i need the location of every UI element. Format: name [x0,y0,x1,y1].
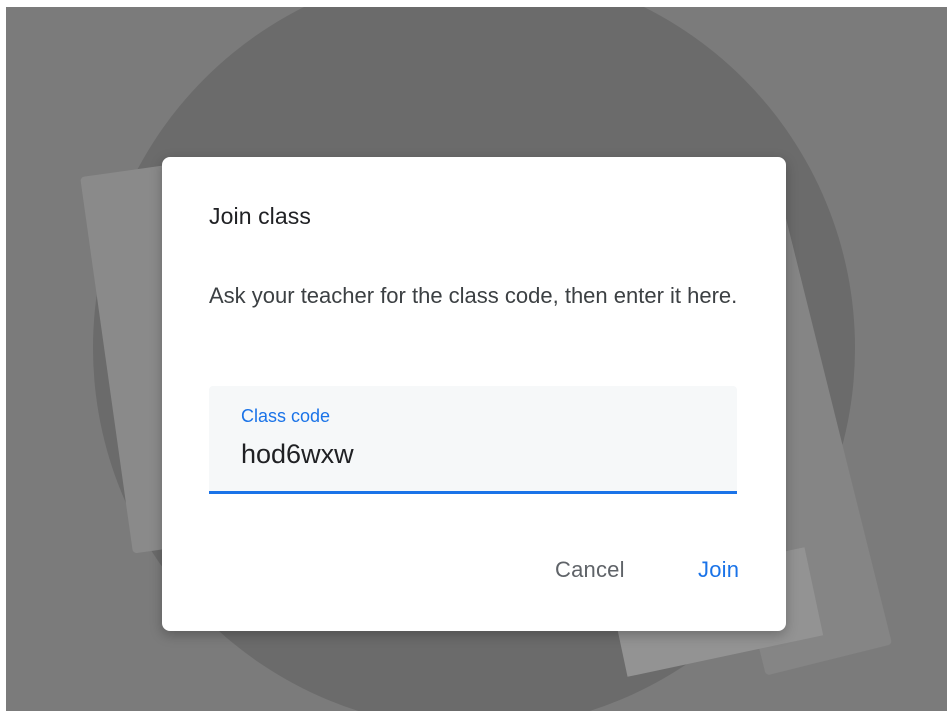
class-code-label: Class code [241,406,331,426]
cancel-button[interactable]: Cancel [555,557,625,583]
class-code-field[interactable]: Class code [209,386,737,494]
field-focus-underline [209,491,737,494]
screen: Join class Ask your teacher for the clas… [0,0,947,711]
class-code-input[interactable] [241,434,721,474]
dialog-description: Ask your teacher for the class code, the… [209,283,738,308]
join-button[interactable]: Join [698,557,739,583]
join-class-dialog: Join class Ask your teacher for the clas… [162,157,786,631]
dialog-title: Join class [209,203,311,229]
